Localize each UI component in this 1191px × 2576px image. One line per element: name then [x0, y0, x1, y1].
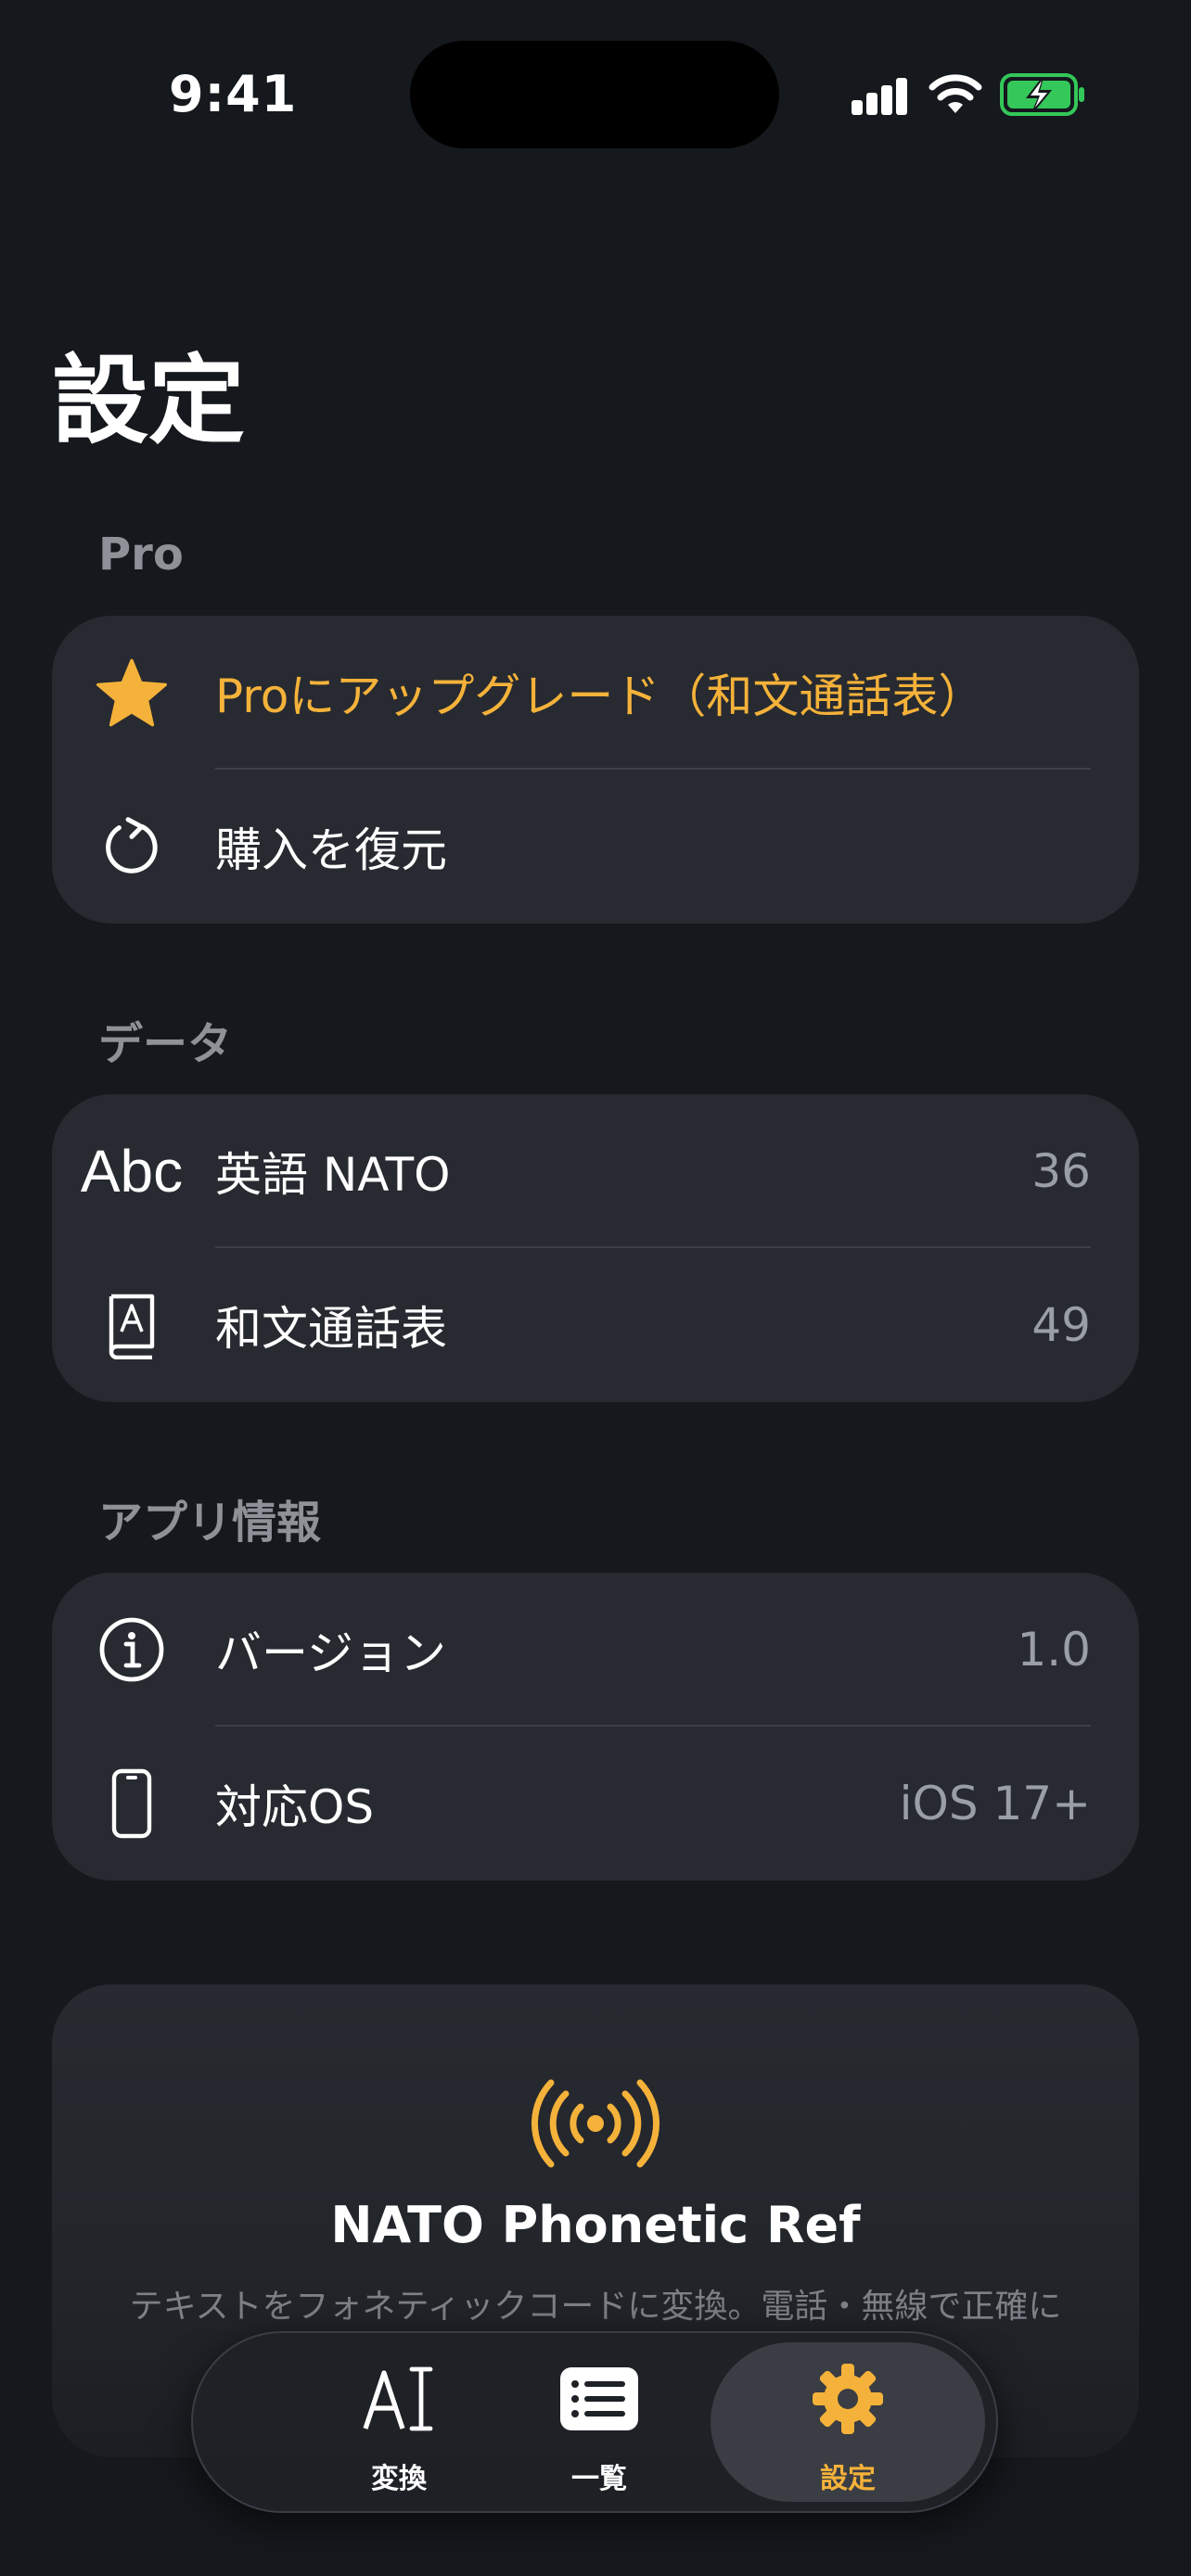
wifi-icon	[928, 74, 982, 113]
tab-list[interactable]: 一覧	[462, 2342, 736, 2502]
wabun-label: 和文通話表	[215, 1302, 447, 1356]
english-nato-row[interactable]: Abc 英語 NATO 36	[52, 1094, 1139, 1248]
abc-text-icon: Abc	[80, 1138, 184, 1205]
cellular-signal-icon	[852, 78, 909, 115]
star-icon	[52, 616, 211, 770]
gear-icon	[711, 2357, 985, 2441]
list-icon	[462, 2357, 736, 2441]
upgrade-pro-label: Proにアップグレード（和文通話表）	[215, 670, 985, 723]
restore-icon	[52, 770, 211, 924]
app-info-card: バージョン 1.0 対応OS iOS 17+	[52, 1573, 1139, 1881]
wabun-row[interactable]: 和文通話表 49	[52, 1248, 1139, 1402]
status-time: 9:41	[169, 65, 298, 123]
section-header-app-info: アプリ情報	[98, 1497, 322, 1549]
english-nato-count: 36	[1031, 1144, 1091, 1198]
promo-title: NATO Phonetic Ref	[330, 2196, 861, 2254]
supported-os-label: 対応OS	[215, 1780, 375, 1834]
section-header-data: データ	[98, 1018, 233, 1070]
supported-os-value: iOS 17+	[899, 1777, 1091, 1830]
promo-description: テキストをフォネティックコードに変換。電話・無線で正確に	[129, 2288, 1062, 2326]
dynamic-island	[410, 41, 779, 148]
page-title: 設定	[52, 344, 246, 457]
tab-settings-label: 設定	[820, 2463, 876, 2495]
broadcast-icon	[531, 2079, 660, 2168]
tab-settings[interactable]: 設定	[711, 2342, 985, 2502]
version-value: 1.0	[1017, 1623, 1091, 1677]
wabun-count: 49	[1031, 1298, 1091, 1352]
info-icon	[52, 1573, 211, 1727]
supported-os-row: 対応OS iOS 17+	[52, 1727, 1139, 1881]
version-row: バージョン 1.0	[52, 1573, 1139, 1727]
pro-card: Proにアップグレード（和文通話表） 購入を復元	[52, 616, 1139, 924]
iphone-icon	[52, 1727, 211, 1881]
tab-list-label: 一覧	[571, 2463, 627, 2495]
battery-charging-icon	[1000, 73, 1084, 116]
restore-purchase-row[interactable]: 購入を復元	[52, 770, 1139, 924]
upgrade-pro-row[interactable]: Proにアップグレード（和文通話表）	[52, 616, 1139, 770]
tab-bar: 変換 一覧 設定	[191, 2331, 998, 2513]
version-label: バージョン	[215, 1626, 446, 1680]
book-icon	[52, 1248, 211, 1402]
settings-screen: 9:41 設定 Pro Proにアップグレード（和文通話表） 購入を復元 データ…	[0, 0, 1191, 2576]
status-bar: 9:41	[0, 0, 1191, 185]
restore-purchase-label: 購入を復元	[215, 823, 447, 877]
data-card: Abc 英語 NATO 36 和文通話表 49	[52, 1094, 1139, 1402]
english-nato-label: 英語 NATO	[215, 1148, 451, 1202]
section-header-pro: Pro	[98, 529, 184, 580]
